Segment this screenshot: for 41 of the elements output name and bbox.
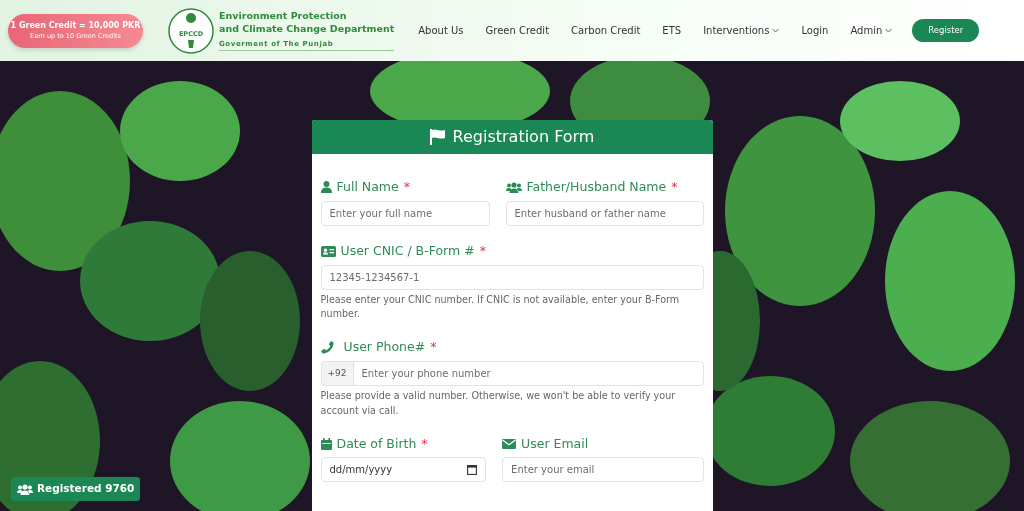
calendar-icon <box>320 438 332 451</box>
field-label: Father/Husband Name <box>526 178 667 196</box>
nav-link[interactable]: Login <box>801 23 829 38</box>
required-asterisk: * <box>430 338 437 357</box>
users-icon <box>17 483 33 495</box>
nav-link[interactable]: ETS <box>662 23 682 38</box>
department-name: Environment Protection and Climate Change Department <box>219 10 395 36</box>
registered-count: Registered 9760 <box>37 481 135 497</box>
help-text: Please provide a valid number. Otherwise, we won't be able to verify your account via call. <box>320 388 677 418</box>
nav-link[interactable]: About Us <box>418 23 464 38</box>
user-icon <box>320 181 332 194</box>
field-label: User CNIC / B-Form # <box>340 241 475 260</box>
required-asterisk: * <box>421 434 428 453</box>
flag-icon <box>429 129 447 145</box>
input-field[interactable]: Enter your email <box>502 457 704 483</box>
form-title: Registration Form <box>452 126 595 148</box>
field-label: User Email <box>521 434 589 453</box>
help-text: Please enter your CNIC number. If CNIC is not available, enter your B-Form number. <box>320 292 681 322</box>
nav-link[interactable]: Interventions <box>703 23 780 38</box>
phone-field[interactable]: Enter your phone number <box>352 360 704 386</box>
promo-title: 1 Green Credit = 10,000 PKR <box>10 19 141 32</box>
envelope-icon <box>502 439 517 450</box>
required-asterisk: * <box>479 241 486 260</box>
required-asterisk: * <box>403 178 410 196</box>
input-field[interactable]: Enter your full name <box>320 200 490 226</box>
nav-link[interactable]: Carbon Credit <box>571 23 641 38</box>
date-field[interactable]: dd/mm/yyyy <box>320 457 487 483</box>
input-field[interactable]: 12345-1234567-1 <box>320 264 704 290</box>
nav-link[interactable]: Green Credit <box>485 23 550 38</box>
field-label: Date of Birth <box>336 434 417 453</box>
nav-link[interactable]: Admin <box>850 23 893 38</box>
register-button[interactable]: Register <box>912 19 980 42</box>
country-code: +92 <box>320 360 353 386</box>
calendar-icon <box>467 464 478 476</box>
phone-icon <box>320 341 334 355</box>
users-icon <box>505 181 522 193</box>
input-field[interactable]: Enter husband or father name <box>505 200 704 226</box>
field-label: User Phone# <box>343 338 426 357</box>
id-card-icon <box>320 245 336 257</box>
required-asterisk: * <box>671 178 678 196</box>
field-label: Full Name <box>336 178 399 196</box>
